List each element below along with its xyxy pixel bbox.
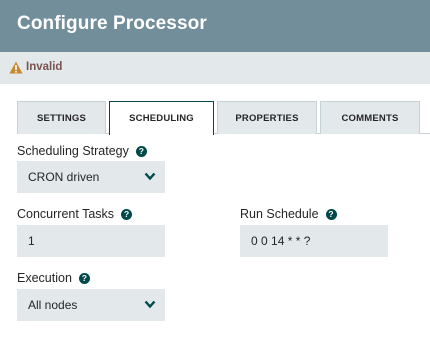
help-icon[interactable]: ?: [78, 272, 90, 284]
dialog-header: Configure Processor: [0, 0, 430, 52]
scheduling-strategy-label-text: Scheduling Strategy: [17, 144, 129, 158]
execution-label: Execution ?: [17, 271, 90, 285]
help-icon[interactable]: ?: [121, 208, 133, 220]
tab-scheduling[interactable]: SCHEDULING: [109, 101, 214, 135]
tab-properties[interactable]: PROPERTIES: [217, 101, 317, 134]
run-schedule-label: Run Schedule ?: [240, 207, 337, 221]
chevron-down-icon: [144, 172, 156, 181]
concurrent-tasks-label-text: Concurrent Tasks: [17, 207, 115, 221]
execution-select[interactable]: All nodes: [17, 289, 165, 321]
run-schedule-input[interactable]: 0 0 14 * * ?: [240, 225, 388, 257]
scheduling-strategy-value: CRON driven: [28, 170, 100, 184]
execution-label-text: Execution: [17, 271, 72, 285]
run-schedule-label-text: Run Schedule: [240, 207, 319, 221]
tab-settings[interactable]: SETTINGS: [17, 101, 106, 134]
concurrent-tasks-value: 1: [28, 234, 35, 248]
dialog-title: Configure Processor: [17, 13, 207, 34]
help-icon[interactable]: ?: [325, 208, 337, 220]
run-schedule-value: 0 0 14 * * ?: [251, 234, 311, 248]
concurrent-tasks-label: Concurrent Tasks ?: [17, 207, 133, 221]
help-icon[interactable]: ?: [135, 145, 147, 157]
status-label: Invalid: [26, 61, 63, 73]
tab-comments[interactable]: COMMENTS: [320, 101, 420, 134]
concurrent-tasks-input[interactable]: 1: [17, 225, 165, 257]
tab-bar: SETTINGS SCHEDULING PROPERTIES COMMENTS: [17, 101, 430, 135]
validation-status-bar: Invalid: [0, 52, 430, 84]
warning-icon: [9, 61, 23, 74]
scheduling-strategy-label: Scheduling Strategy ?: [17, 144, 147, 158]
scheduling-strategy-select[interactable]: CRON driven: [17, 161, 165, 193]
execution-value: All nodes: [28, 298, 78, 312]
chevron-down-icon: [144, 300, 156, 309]
